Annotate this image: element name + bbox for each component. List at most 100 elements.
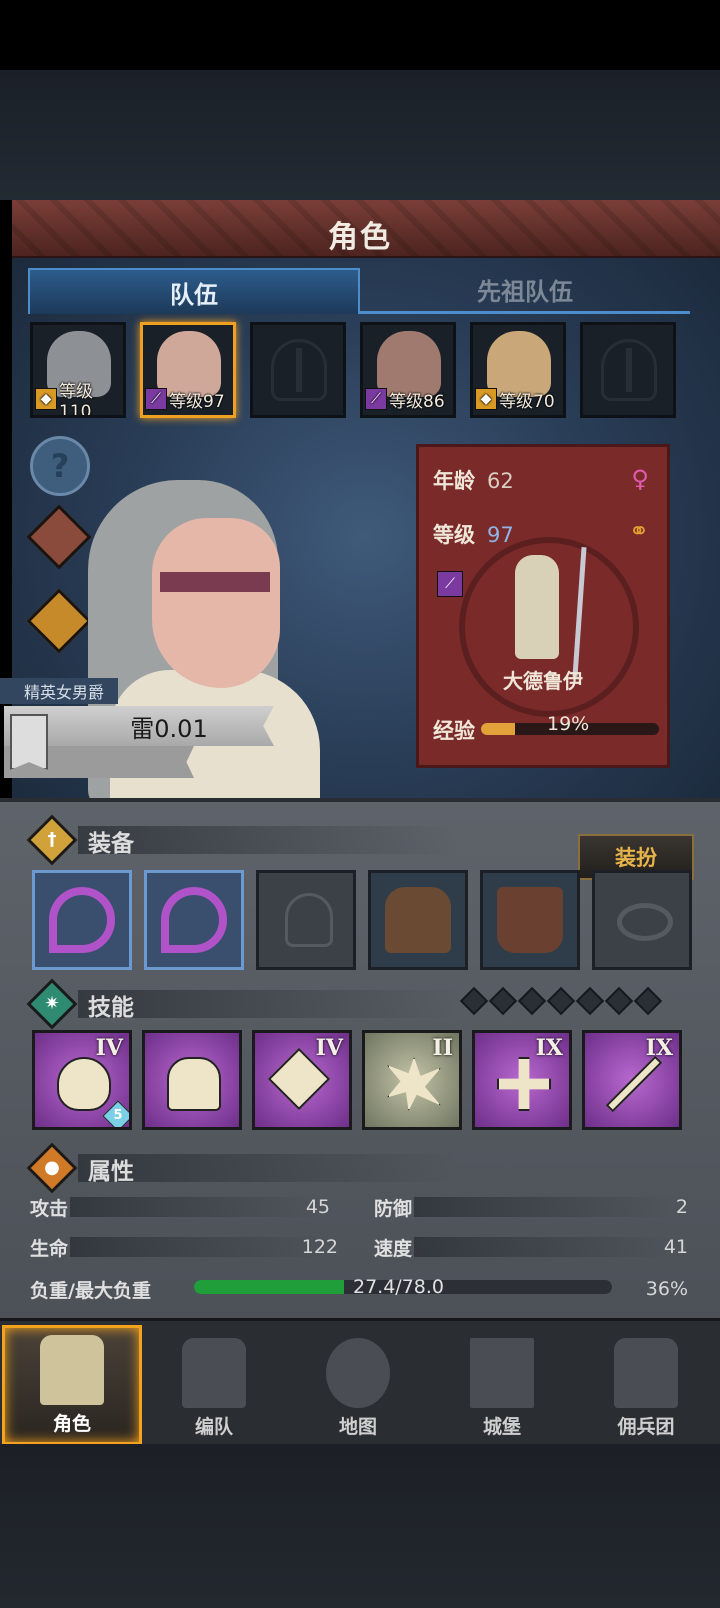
flame-icon [57,1057,111,1111]
scythe-icon [49,887,115,953]
skill-spear[interactable]: IX [582,1030,682,1130]
roster-slot-4[interactable]: ⟋ 等级86 [360,322,456,418]
exp-percent: 19% [547,713,590,735]
speed-value: 41 [663,1236,688,1258]
compass-icon [326,1338,390,1408]
skill-cross-target[interactable]: IX [472,1030,572,1130]
exp-label: 经验 [433,719,475,743]
skill-point-pip [488,986,518,1016]
empty-helmet-icon [271,339,327,401]
skill-rank: IV [315,1035,343,1061]
load-value: 27.4/78.0 [353,1276,445,1298]
boots-icon [497,887,563,953]
load-percent-stat: 36% [600,1276,688,1302]
page-title: 角色 [328,220,392,255]
defense-value: 2 [675,1196,688,1218]
skill-rank: II [432,1035,453,1061]
female-icon: ♀ [631,465,649,493]
cross-target-icon [497,1057,551,1111]
nav-formation[interactable]: 编队 [144,1325,284,1445]
castle-icon [470,1338,534,1408]
skill-point-pip [604,986,634,1016]
speed-stat: 速度 41 [374,1234,688,1260]
skill-charges-badge: 5 [102,1100,129,1127]
shield-class-icon: ◆ [475,388,497,410]
skill-point-pip [459,986,489,1016]
tab-team[interactable]: 队伍 [28,268,360,314]
tornado-icon [167,1057,221,1111]
hp-value: 122 [301,1236,338,1258]
skills-title: 技能 [88,995,134,1021]
swords-icon [614,1338,678,1408]
load-stat: 负重/最大负重 [30,1276,190,1302]
skill-points [459,986,682,1016]
roster-level: 等级86 [389,391,445,412]
helmet-icon [182,1338,246,1408]
roster-slot-3-empty[interactable] [250,322,346,418]
cross-icon: † [26,814,78,866]
banner-flag-icon [10,714,48,770]
roster-slot-1[interactable]: ◆ 等级110 [30,322,126,418]
skill-rank: IV [95,1035,123,1061]
roster: ◆ 等级110 ⟋ 等级97 ⟋ 等级86 ◆ 等级70 [30,322,690,420]
equipment-title: 装备 [88,831,134,857]
load-bar-fill [194,1280,345,1294]
rings-icon: ⚭ [628,517,649,545]
staff-class-icon: ⟋ [437,571,463,597]
load-percent: 36% [645,1278,688,1300]
staff-class-icon: ⟋ [365,388,387,410]
age-label: 年龄 [433,469,475,493]
nav-castle[interactable]: 城堡 [432,1325,572,1445]
team-tabs: 队伍 先祖队伍 [28,268,690,314]
skill-burst[interactable]: II [362,1030,462,1130]
empty-helmet-icon [285,893,333,947]
roster-slot-5[interactable]: ◆ 等级70 [470,322,566,418]
weapon-slot-1[interactable] [32,870,132,970]
defense-stat: 防御 2 [374,1194,688,1220]
hero-rank: 精英女男爵 [0,678,118,704]
empty-ring-icon [617,903,673,941]
roster-slot-6-empty[interactable] [580,322,676,418]
hp-stat: 生命 122 [30,1234,338,1260]
skills-row: IV 5 IV II IX IX [32,1030,696,1132]
staff-class-icon: ⟋ [145,388,167,410]
attack-value: 45 [305,1196,330,1218]
helmet-slot-empty[interactable] [256,870,356,970]
roster-level: 等级110 [59,381,93,418]
nav-map[interactable]: 地图 [288,1325,428,1445]
leather-armor-icon [385,887,451,953]
nav-character[interactable]: 角色 [2,1325,142,1445]
level-label: 等级 [433,523,475,547]
tab-ancestor-team[interactable]: 先祖队伍 [360,268,690,314]
load-label: 负重/最大负重 [30,1279,151,1302]
armor-slot[interactable] [368,870,468,970]
roster-slot-2[interactable]: ⟋ 等级97 [140,322,236,418]
status-bar [0,0,720,70]
skill-tornado[interactable] [142,1030,242,1130]
attributes-title: 属性 [88,1159,134,1185]
bottom-area [0,1444,720,1608]
exp-bar-fill [481,723,515,735]
speed-label: 速度 [374,1237,413,1260]
star-burst-icon: ✷ [26,978,78,1030]
shield-class-icon: ◆ [35,388,57,410]
skill-point-pip [517,986,547,1016]
skill-flame[interactable]: IV 5 [32,1030,132,1130]
skill-rank: IX [645,1035,673,1061]
burst-icon [387,1057,441,1111]
defense-label: 防御 [374,1197,413,1220]
ring-slot-empty[interactable] [592,870,692,970]
weapon-slot-2[interactable] [144,870,244,970]
age-value: 62 [487,469,514,493]
level-value: 97 [487,523,514,547]
spear-icon [605,1055,663,1113]
top-band [0,70,720,200]
hero-info-card: 年龄 62 ♀ 等级 97 ⚭ ⟋ 大德鲁伊 经验 19% [416,444,670,768]
attributes-header: ● 属性 [26,1142,688,1194]
skill-crystal-hand[interactable]: IV [252,1030,352,1130]
knight-icon [40,1335,104,1405]
class-name: 大德鲁伊 [503,669,583,693]
nav-mercenary[interactable]: 佣兵团 [576,1325,716,1445]
attack-label: 攻击 [30,1197,69,1220]
boots-slot[interactable] [480,870,580,970]
